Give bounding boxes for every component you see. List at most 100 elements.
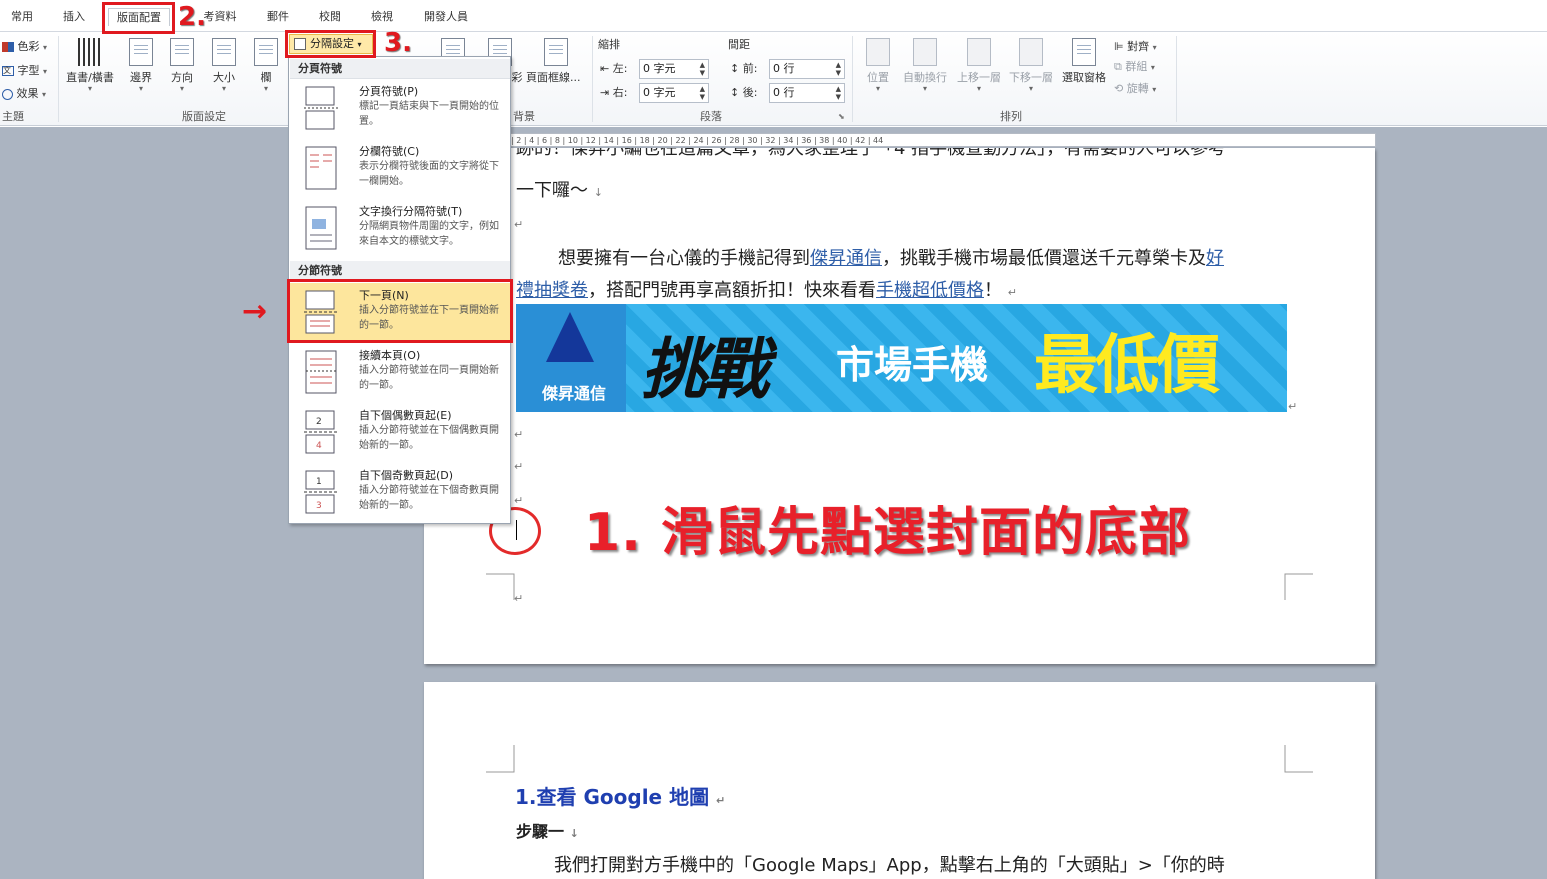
spacing-before-icon: ↕: [730, 62, 740, 75]
paragraph-group-label: 段落: [700, 110, 722, 123]
highlight-page-layout-tab: [102, 2, 175, 34]
heading-text: 查看 Google 地圖: [536, 785, 710, 809]
spacing-after-input[interactable]: 0 行 ▲ ▼: [769, 83, 845, 103]
tab-developer[interactable]: 開發人員: [420, 8, 472, 26]
indent-right-input[interactable]: 0 字元 ▲ ▼: [639, 83, 709, 103]
promo-banner-image[interactable]: 傑昇通信 挑戰 市場手機 最低價: [516, 304, 1287, 412]
tab-mailings[interactable]: 郵件: [264, 8, 292, 26]
tab-insert[interactable]: 插入: [60, 8, 88, 26]
logo-text: 傑昇通信: [541, 384, 606, 403]
document-line[interactable]: 跡的！傑昇小編也在這篇文章，為大家整理了「4 指手機查勤方法」，有需要的人可以參…: [516, 148, 1226, 164]
spacing-after-value: 0 行: [773, 86, 795, 99]
menu-item-description: 表示分欄符號後面的文字將從下一欄開始。: [359, 161, 499, 187]
jiesheng-link[interactable]: 傑昇通信: [810, 248, 882, 269]
page-break-icon: [304, 86, 338, 130]
svg-text:3: 3: [316, 501, 322, 511]
gift-link[interactable]: 禮抽獎卷: [516, 280, 588, 301]
spacing-before-input[interactable]: 0 行 ▲ ▼: [769, 59, 845, 79]
size-button[interactable]: 大小 ▾: [208, 36, 240, 93]
spacing-after-icon: ↕: [730, 86, 740, 99]
wrap-text-button[interactable]: 自動換行 ▾: [900, 36, 950, 93]
chevron-down-icon: ▾: [43, 43, 48, 52]
gift-link[interactable]: 好: [1206, 248, 1224, 269]
indent-left-value: 0 字元: [643, 62, 676, 75]
indent-left-label: ⇤ 左:: [600, 60, 627, 78]
indent-right-label: ⇥ 右:: [600, 84, 627, 102]
tab-references[interactable]: 考資料: [200, 8, 240, 26]
menu-item-continuous[interactable]: 接續本頁(O) 插入分節符號並在同一頁開始新的一節。: [290, 343, 510, 401]
indent-left-icon: ⇤: [600, 62, 610, 75]
document-line[interactable]: 一下囉～ ↓: [516, 176, 603, 202]
chevron-down-icon: ▾: [1028, 84, 1033, 93]
margins-button[interactable]: 邊界 ▾: [124, 36, 158, 93]
rotate-button[interactable]: ⟲ 旋轉 ▾: [1114, 80, 1156, 98]
indent-left-input[interactable]: 0 字元 ▲ ▼: [639, 59, 709, 79]
page-breaks-header: 分頁符號: [290, 59, 510, 79]
spin-arrows-icon[interactable]: ▲ ▼: [700, 85, 705, 101]
paragraph-text: 我們打開對方手機中的「Google Maps」App，點擊右上角的「大頭貼」>「…: [554, 855, 1225, 876]
dialog-launcher-icon[interactable]: ⬊: [838, 108, 845, 126]
group-separator: [852, 36, 853, 122]
page-setup-group-label: 版面設定: [182, 110, 226, 123]
margin-corner-marker: [486, 573, 515, 600]
banner-headline: 挑戰: [641, 331, 769, 408]
align-button[interactable]: ⊫ 對齊 ▾: [1114, 38, 1157, 56]
document-line[interactable]: 想要擁有一台心儀的手機記得到傑昇通信，挑戰手機市場最低價還送千元尊榮卡及好: [558, 244, 1224, 270]
menu-item-odd-page[interactable]: 13 自下個奇數頁起(D) 插入分節符號並在下個奇數頁開始新的一節。: [290, 463, 510, 521]
menu-item-description: 插入分節符號並在下個偶數頁開始新的一節。: [359, 425, 499, 451]
text-direction-button[interactable]: 直書/橫書 ▾: [62, 36, 118, 93]
menu-item-column-break[interactable]: 分欄符號(C) 表示分欄符號後面的文字將從下一欄開始。: [290, 139, 510, 197]
ribbon-body: 色彩 ▾ 文 字型 ▾ 效果 ▾ 主題 直書/橫書 ▾ 邊界 ▾ 方向 ▾ 大小…: [0, 32, 1547, 126]
group-icon: ⧉: [1114, 60, 1122, 73]
low-price-link[interactable]: 手機超低價格: [876, 280, 984, 301]
document-heading[interactable]: 1.查看 Google 地圖 ↵: [515, 781, 725, 810]
selection-pane-icon: [1072, 38, 1096, 66]
theme-colors-button[interactable]: 色彩 ▾: [2, 38, 47, 56]
page-borders-button[interactable]: 彩 頁面框線...: [508, 36, 584, 85]
horizontal-ruler[interactable]: | 2 | 4 | 6 | 8 | 10 | 12 | 14 | 16 | 18…: [510, 133, 1376, 147]
banner-highlight: 最低價: [1034, 329, 1220, 403]
document-line[interactable]: 禮抽獎卷，搭配門號再享高額折扣！快來看看手機超低價格！ ↵: [516, 276, 1017, 302]
theme-effects-button[interactable]: 效果 ▾: [2, 85, 46, 103]
selection-pane-button[interactable]: 選取窗格: [1058, 36, 1110, 85]
paragraph-mark: ↵: [514, 592, 524, 605]
page-color-label: 彩: [511, 71, 523, 84]
document-line[interactable]: 步驟一 ↓: [516, 818, 579, 842]
group-separator: [592, 36, 593, 122]
spin-arrows-icon[interactable]: ▲ ▼: [836, 85, 841, 101]
position-icon: [866, 38, 890, 66]
menu-item-title: 文字換行分隔符號(T): [359, 205, 463, 218]
menu-item-text-wrapping-break[interactable]: 文字換行分隔符號(T) 分隔網頁物件周圍的文字，例如來自本文的標號文字。: [290, 199, 510, 257]
spin-arrows-icon[interactable]: ▲ ▼: [836, 61, 841, 77]
menu-item-page-break[interactable]: 分頁符號(P) 標記一頁結束與下一頁開始的位置。: [290, 79, 510, 137]
position-button[interactable]: 位置 ▾: [860, 36, 896, 93]
paragraph-text: 跡的！傑昇小編也在這篇文章，為大家整理了「4 指手機查勤方法」，有需要的人可以參…: [516, 148, 1227, 159]
theme-effects-label: 效果: [16, 87, 39, 100]
spin-arrows-icon[interactable]: ▲ ▼: [700, 61, 705, 77]
position-label: 位置: [867, 71, 889, 84]
menu-item-description: 插入分節符號並在下個奇數頁開始新的一節。: [359, 485, 499, 511]
menu-item-title: 分頁符號(P): [359, 85, 419, 98]
bring-forward-button[interactable]: 上移一層 ▾: [954, 36, 1004, 93]
tab-review[interactable]: 校閱: [316, 8, 344, 26]
group-button[interactable]: ⧉ 群組 ▾: [1114, 58, 1155, 76]
paragraph-mark: ↵: [514, 218, 524, 231]
orientation-icon: [170, 38, 194, 66]
chevron-down-icon: ▾: [1152, 43, 1157, 52]
menu-item-even-page[interactable]: 24 自下個偶數頁起(E) 插入分節符號並在下個偶數頁開始新的一節。: [290, 403, 510, 461]
document-line[interactable]: 我們打開對方手機中的「Google Maps」App，點擊右上角的「大頭貼」>「…: [554, 851, 1225, 877]
menu-item-title: 分欄符號(C): [359, 145, 420, 158]
chevron-down-icon: ▾: [875, 84, 880, 93]
orientation-button[interactable]: 方向 ▾: [166, 36, 198, 93]
paragraph-text: 想要擁有一台心儀的手機記得到: [558, 248, 810, 269]
theme-fonts-button[interactable]: 文 字型 ▾: [2, 62, 47, 80]
svg-text:2: 2: [316, 417, 322, 427]
send-backward-button[interactable]: 下移一層 ▾: [1006, 36, 1056, 93]
tab-home[interactable]: 常用: [8, 8, 36, 26]
svg-text:1: 1: [316, 477, 322, 487]
tab-view[interactable]: 檢視: [368, 8, 396, 26]
chevron-down-icon: ▾: [179, 84, 184, 93]
margins-label: 邊界: [130, 71, 152, 84]
wrap-text-icon: [913, 38, 937, 66]
columns-button[interactable]: 欄 ▾: [250, 36, 282, 93]
